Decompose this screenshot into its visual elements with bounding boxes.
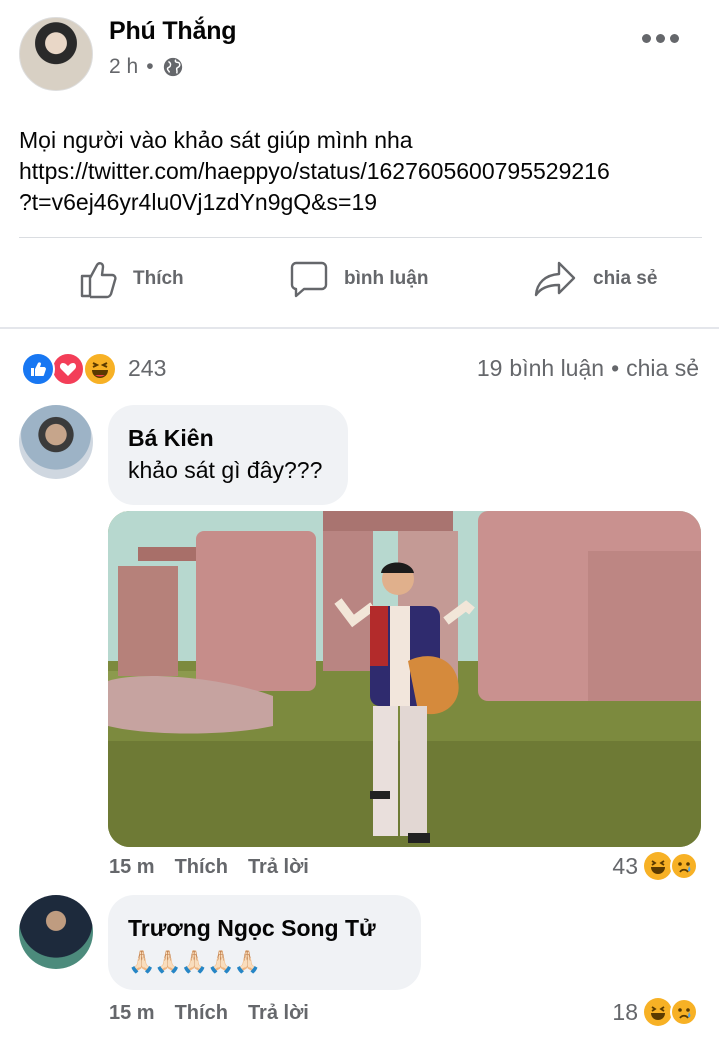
post-link[interactable]: ?t=v6ej46yr4lu0Vj1zdYn9gQ&s=19 — [19, 187, 709, 218]
post-text: Mọi người vào khảo sát giúp mình nha htt… — [19, 125, 709, 218]
comment-reply-link[interactable]: Trả lời — [248, 856, 309, 879]
shares-label[interactable]: chia sẻ — [626, 355, 699, 382]
comment-time[interactable]: 15 m — [109, 856, 155, 879]
author-avatar[interactable] — [19, 17, 93, 91]
commenter-name[interactable]: Bá Kiên — [128, 425, 214, 452]
comment-reaction-count: 43 — [612, 852, 638, 879]
post-meta: 2 h • — [109, 55, 184, 79]
comment-like-link[interactable]: Thích — [175, 856, 228, 879]
thumbs-up-icon — [80, 262, 117, 299]
commenter-avatar[interactable] — [19, 405, 93, 479]
more-options-icon[interactable] — [642, 34, 679, 43]
comment-reactions[interactable]: 18 — [612, 998, 698, 1026]
comment-gif[interactable] — [108, 511, 701, 847]
comment-bubble: Bá Kiên khảo sát gì đây??? — [108, 405, 348, 505]
reaction-summary: 243 19 bình luận • chia sẻ — [0, 350, 719, 390]
author-name[interactable]: Phú Thắng — [109, 17, 237, 46]
haha-reaction-icon — [83, 352, 117, 386]
section-divider — [0, 327, 719, 329]
comment-reply-link[interactable]: Trả lời — [248, 1002, 309, 1025]
commenter-avatar[interactable] — [19, 895, 93, 969]
comment-text: 🙏🏻🙏🏻🙏🏻🙏🏻🙏🏻 — [128, 949, 261, 974]
post-actions: Thích bình luận chia sẻ — [0, 245, 719, 317]
haha-icon — [644, 852, 672, 880]
summary-dot: • — [611, 355, 620, 381]
comment-button[interactable]: bình luận — [290, 259, 428, 299]
post-time[interactable]: 2 h — [109, 55, 138, 79]
comment-meta: 15 m Thích Trả lời — [109, 856, 309, 879]
post-link[interactable]: https://twitter.com/haeppyo/status/16276… — [19, 156, 709, 187]
share-button[interactable]: chia sẻ — [533, 259, 657, 299]
comments-count[interactable]: 19 — [477, 355, 503, 382]
comment-text: khảo sát gì đây??? — [128, 457, 323, 483]
comment-reactions[interactable]: 43 — [612, 852, 698, 880]
meta-separator: • — [146, 55, 154, 78]
comment-label: bình luận — [344, 268, 429, 289]
like-reaction-icon — [21, 352, 55, 386]
post-header: Phú Thắng 2 h • — [0, 0, 719, 110]
reaction-icons[interactable] — [21, 350, 117, 388]
gif-image — [108, 511, 701, 847]
comment-time[interactable]: 15 m — [109, 1002, 155, 1025]
sad-icon — [670, 998, 698, 1026]
like-label: Thích — [133, 268, 184, 289]
comment-meta: 15 m Thích Trả lời — [109, 1002, 309, 1025]
globe-icon[interactable] — [162, 56, 184, 78]
comments-label[interactable]: bình luận — [509, 355, 604, 382]
comment-share-summary: 19 bình luận • chia sẻ — [477, 355, 699, 382]
like-button[interactable]: Thích — [79, 259, 184, 299]
share-label: chia sẻ — [593, 268, 658, 289]
love-reaction-icon — [51, 352, 85, 386]
share-icon — [534, 261, 576, 297]
comment-reaction-count: 18 — [612, 998, 638, 1025]
comment-bubble: Trương Ngọc Song Tử 🙏🏻🙏🏻🙏🏻🙏🏻🙏🏻 — [108, 895, 421, 990]
reaction-count[interactable]: 243 — [128, 355, 166, 382]
commenter-name[interactable]: Trương Ngọc Song Tử — [128, 915, 376, 942]
comment-icon — [290, 261, 328, 298]
comment-like-link[interactable]: Thích — [175, 1002, 228, 1025]
sad-icon — [670, 852, 698, 880]
haha-icon — [644, 998, 672, 1026]
divider — [19, 237, 702, 238]
post-text-line: Mọi người vào khảo sát giúp mình nha — [19, 127, 413, 153]
